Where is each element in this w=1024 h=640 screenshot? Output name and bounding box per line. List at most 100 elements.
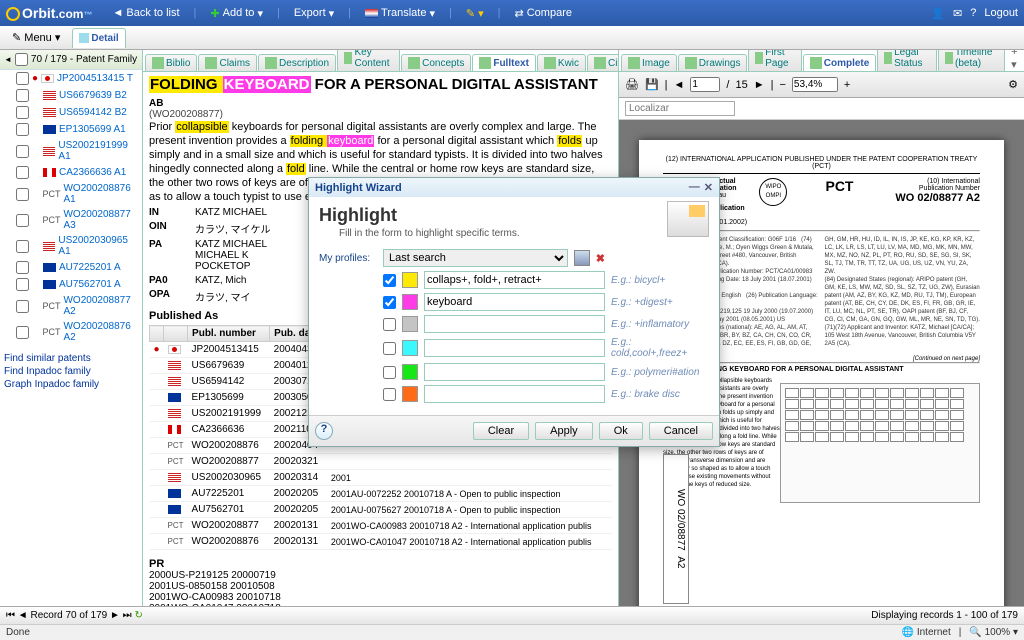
table-row[interactable]: US659414220030715 [150,374,612,390]
family-item[interactable]: ● JP2004513415 T [0,70,142,87]
tab-concepts[interactable]: Concepts [401,54,471,71]
highlight-icon[interactable]: ✎ ▾ [466,7,484,20]
tab-claims[interactable]: Claims [198,54,257,71]
pa-label: PA [149,239,187,272]
nav-last-icon[interactable]: ⏭ [123,610,132,621]
table-row[interactable]: US667963920040120 [150,358,612,374]
print-icon[interactable]: 🖨 [625,78,639,91]
col-pubdate[interactable]: Pub. date [270,326,327,342]
find-similar-link[interactable]: Find similar patents [4,353,138,364]
family-item[interactable]: PCT WO200208876 A2 [0,319,142,345]
ab-number: (WO200208877) [149,109,612,120]
family-item-check[interactable] [16,89,29,102]
next-page-icon[interactable]: ► [754,79,765,91]
ie-zoom[interactable]: 🔍 100% ▾ [969,627,1018,638]
tab-biblio[interactable]: Biblio [145,54,197,71]
mail-icon[interactable]: ✉ [953,7,962,20]
family-item[interactable]: US6594142 B2 [0,104,142,121]
family-select-all[interactable] [15,53,28,66]
tab-timeline-beta-[interactable]: Timeline (beta) [938,50,1005,71]
tab-kwic[interactable]: Kwic [537,54,586,71]
tab-key-content[interactable]: Key Content [337,50,400,71]
nav-next-icon[interactable]: ► [110,610,120,621]
table-row[interactable]: EP13056992003050220 [150,390,612,406]
table-row[interactable]: ●JP2004513415200404302002 [150,342,612,358]
zoom-in-icon[interactable]: + [844,79,850,91]
tab-complete[interactable]: Complete [803,54,877,71]
zoom-input[interactable] [792,77,838,92]
graph-inpadoc-link[interactable]: Graph Inpadoc family [4,379,138,390]
family-item-check[interactable] [16,278,29,291]
family-item-check[interactable] [16,145,29,158]
table-row[interactable]: AU7225201200202052001AU-0072252 20010718… [150,486,612,502]
pubnum-v: WO 02/08877 A2 [892,192,980,204]
abstract-text: Prior collapsible keyboards for personal… [149,120,612,204]
table-row[interactable]: US2002191999200212192002 [150,406,612,422]
family-item-check[interactable] [16,123,29,136]
prev-page-icon[interactable]: ◄ [674,79,685,91]
localizar-input[interactable] [625,101,735,116]
user-icon[interactable]: 👤 [931,7,945,20]
col-publnumber[interactable]: Publ. number [188,326,270,342]
family-item[interactable]: CA2366636 A1 [0,164,142,181]
family-item[interactable]: US2002191999 A1 [0,138,142,164]
family-item-check[interactable] [16,166,29,179]
nav-prev-icon[interactable]: ◄ [18,610,28,621]
col-app[interactable]: App [327,326,612,342]
compare-link[interactable]: ⇄ Compare [515,7,572,20]
family-item[interactable]: US2002030965 A1 [0,233,142,259]
tab-first-page[interactable]: First Page [748,50,801,71]
family-item-check[interactable] [16,72,29,85]
help-icon[interactable]: ? [970,7,976,19]
translate-menu[interactable]: Translate ▾ [365,7,435,20]
add-to-menu[interactable]: ✚ Add to ▾ [210,7,263,20]
tab-citations[interactable]: Citations [587,54,619,71]
family-item-check[interactable] [16,326,29,339]
table-row[interactable]: PCTWO200208877200201312001WO-CA00983 200… [150,518,612,534]
table-row[interactable]: PCTWO20020887720020321 [150,454,612,470]
family-item[interactable]: EP1305699 A1 [0,121,142,138]
logout-link[interactable]: Logout [984,7,1018,19]
pa0-value: KATZ, Mich [195,275,246,286]
family-item-check[interactable] [16,106,29,119]
family-item-check[interactable] [16,214,29,227]
family-item[interactable]: PCT WO200208877 A2 [0,293,142,319]
save-icon[interactable]: 💾 [645,78,659,91]
tab-legal-status[interactable]: Legal Status [877,50,937,71]
page-input[interactable] [690,77,720,92]
find-inpadoc-link[interactable]: Find Inpadoc family [4,366,138,377]
ie-done: Done [6,627,30,638]
family-item[interactable]: PCT WO200208877 A3 [0,207,142,233]
family-item[interactable]: US6679639 B2 [0,87,142,104]
family-item[interactable]: AU7562701 A [0,276,142,293]
table-row[interactable]: PCTWO200208876200201312001WO-CA01047 200… [150,534,612,550]
family-item[interactable]: AU7225201 A [0,259,142,276]
tab-description[interactable]: Description [258,54,336,71]
back-to-list-link[interactable]: ◄ Back to list [112,7,179,19]
refresh-icon[interactable]: ↻ [134,610,142,621]
tab-image[interactable]: Image [621,54,677,71]
tab-drawings[interactable]: Drawings [678,54,748,71]
app-topbar: Orbit.com™ ◄ Back to list| ✚ Add to ▾| E… [0,0,1024,26]
family-item-check[interactable] [16,188,29,201]
keyboard-drawing [780,383,980,503]
nav-first-icon[interactable]: ⏮ [6,610,15,621]
family-tree-header[interactable]: 70 / 179 - Patent Family [0,50,142,70]
family-item-check[interactable] [16,240,29,253]
tab-detail[interactable]: Detail [72,28,125,48]
tab-add[interactable]: + ▾ [1008,50,1024,71]
table-row[interactable]: PCTWO20020887620020404 [150,438,612,454]
table-row[interactable]: AU7562701200202052001AU-0075627 20010718… [150,502,612,518]
page-total: 15 [735,79,747,91]
family-item-check[interactable] [16,300,29,313]
family-item[interactable]: PCT WO200208876 A1 [0,181,142,207]
zoom-out-icon[interactable]: − [779,79,785,91]
menu-dropdown[interactable]: ✎ Menu ▾ [4,29,68,46]
family-item-check[interactable] [16,261,29,274]
tab-fulltext[interactable]: Fulltext [472,54,536,71]
table-row[interactable]: CA23666362002110820 [150,422,612,438]
export-menu[interactable]: Export ▾ [294,7,334,20]
document-page-area[interactable]: (12) INTERNATIONAL APPLICATION PUBLISHED… [619,120,1024,606]
table-row[interactable]: US2002030965200203142001 [150,470,612,486]
tool-icon[interactable]: ⚙ [1008,78,1018,91]
